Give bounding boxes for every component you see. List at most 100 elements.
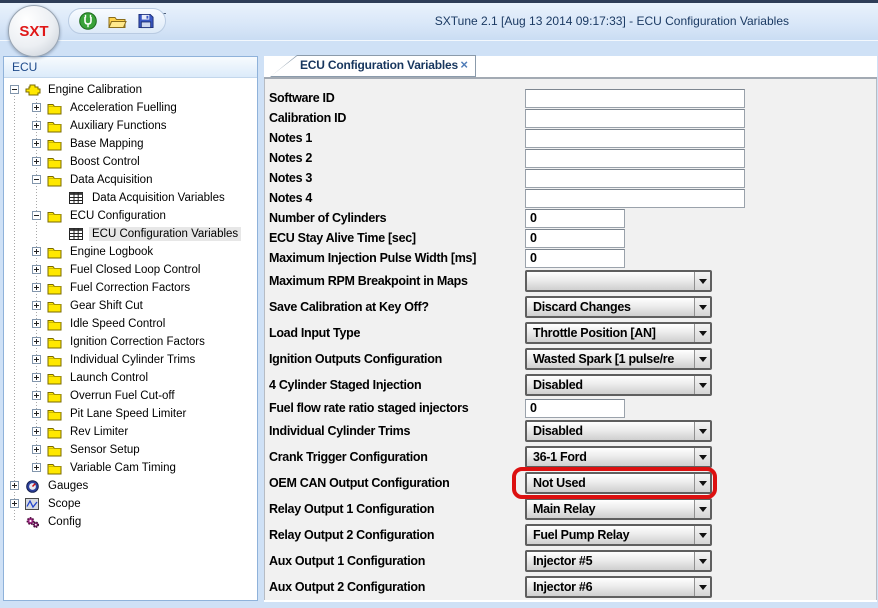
dropdown-arrow-icon[interactable]: [694, 298, 710, 316]
expand-toggle-icon[interactable]: [32, 103, 41, 112]
connect-icon[interactable]: [78, 11, 98, 31]
collapse-toggle-icon[interactable]: [32, 211, 41, 220]
tree-item-variable-cam-timing[interactable]: Variable Cam Timing: [4, 459, 257, 477]
tree-item-config[interactable]: Config: [4, 513, 257, 531]
dropdown-arrow-icon[interactable]: [694, 526, 710, 544]
input-notes-2[interactable]: [525, 149, 745, 168]
gauge-icon: [25, 479, 44, 493]
collapse-toggle-icon[interactable]: [32, 175, 41, 184]
dropdown-arrow-icon[interactable]: [694, 350, 710, 368]
tab-ecu-configuration-variables[interactable]: ECU Configuration Variables ×: [270, 55, 476, 77]
expand-toggle-icon[interactable]: [32, 463, 41, 472]
form-row-load-input-type: Load Input TypeThrottle Position [AN]: [265, 320, 876, 346]
tree-item-idle-speed-control[interactable]: Idle Speed Control: [4, 315, 257, 333]
tree-item-boost-control[interactable]: Boost Control: [4, 153, 257, 171]
form-row-maximum-rpm-breakpoint-in-maps: Maximum RPM Breakpoint in Maps: [265, 268, 876, 294]
dropdown-arrow-icon[interactable]: [694, 272, 710, 290]
dropdown-crank-trigger-configuration[interactable]: 36-1 Ford: [525, 446, 712, 468]
tree-item-data-acquisition[interactable]: Data Acquisition: [4, 171, 257, 189]
dropdown-save-calibration-at-key-off[interactable]: Discard Changes: [525, 296, 712, 318]
dropdown-value: Throttle Position [AN]: [533, 326, 656, 340]
expand-toggle-icon[interactable]: [32, 301, 41, 310]
dropdown-oem-can-output-configuration[interactable]: Not Used: [525, 472, 712, 494]
dropdown-arrow-icon[interactable]: [694, 448, 710, 466]
expand-toggle-icon[interactable]: [32, 337, 41, 346]
tree-item-acceleration-fuelling[interactable]: Acceleration Fuelling: [4, 99, 257, 117]
dropdown-arrow-icon[interactable]: [694, 422, 710, 440]
expand-toggle-icon[interactable]: [10, 499, 19, 508]
expand-toggle-icon[interactable]: [32, 157, 41, 166]
dropdown-arrow-icon[interactable]: [694, 578, 710, 596]
app-logo-button[interactable]: SXT: [8, 5, 60, 57]
save-icon[interactable]: [136, 11, 156, 31]
tree-item-launch-control[interactable]: Launch Control: [4, 369, 257, 387]
dropdown-arrow-icon[interactable]: [694, 324, 710, 342]
scope-icon: [25, 497, 44, 511]
tree-item-label: Ignition Correction Factors: [67, 335, 208, 349]
tree-item-sensor-setup[interactable]: Sensor Setup: [4, 441, 257, 459]
input-ecu-stay-alive-time-sec[interactable]: [525, 229, 625, 248]
dropdown-individual-cylinder-trims[interactable]: Disabled: [525, 420, 712, 442]
tree-item-label: ECU Configuration Variables: [89, 227, 241, 241]
input-notes-3[interactable]: [525, 169, 745, 188]
expand-toggle-icon[interactable]: [32, 355, 41, 364]
input-notes-4[interactable]: [525, 189, 745, 208]
tree-item-ecu-configuration-variables[interactable]: ECU Configuration Variables: [4, 225, 257, 243]
input-number-of-cylinders[interactable]: [525, 209, 625, 228]
expand-toggle-icon[interactable]: [32, 247, 41, 256]
tree-item-engine-logbook[interactable]: Engine Logbook: [4, 243, 257, 261]
dropdown-aux-output-2-configuration[interactable]: Injector #6: [525, 576, 712, 598]
tab-close-icon[interactable]: ×: [460, 57, 468, 72]
expand-toggle-icon[interactable]: [32, 373, 41, 382]
input-notes-1[interactable]: [525, 129, 745, 148]
dropdown-load-input-type[interactable]: Throttle Position [AN]: [525, 322, 712, 344]
expand-toggle-icon[interactable]: [10, 481, 19, 490]
tree-item-label: ECU Configuration: [67, 209, 169, 223]
tree-item-data-acquisition-variables[interactable]: Data Acquisition Variables: [4, 189, 257, 207]
dropdown-aux-output-1-configuration[interactable]: Injector #5: [525, 550, 712, 572]
tree-item-gauges[interactable]: Gauges: [4, 477, 257, 495]
dropdown-arrow-icon[interactable]: [694, 552, 710, 570]
document-area: ECU Configuration Variables × Software I…: [264, 56, 877, 602]
collapse-toggle-icon[interactable]: [10, 85, 19, 94]
dropdown-arrow-icon[interactable]: [694, 474, 710, 492]
expand-toggle-icon[interactable]: [32, 265, 41, 274]
expand-toggle-icon[interactable]: [32, 121, 41, 130]
tree-item-gear-shift-cut[interactable]: Gear Shift Cut: [4, 297, 257, 315]
field-label: ECU Stay Alive Time [sec]: [269, 231, 525, 245]
tree-item-base-mapping[interactable]: Base Mapping: [4, 135, 257, 153]
expand-toggle-icon[interactable]: [32, 139, 41, 148]
tree-item-scope[interactable]: Scope: [4, 495, 257, 513]
expand-toggle-icon[interactable]: [32, 283, 41, 292]
tree-item-label: Variable Cam Timing: [67, 461, 179, 475]
expand-toggle-icon[interactable]: [32, 427, 41, 436]
tree-item-fuel-closed-loop-control[interactable]: Fuel Closed Loop Control: [4, 261, 257, 279]
input-maximum-injection-pulse-width-ms[interactable]: [525, 249, 625, 268]
dropdown-arrow-icon[interactable]: [694, 500, 710, 518]
dropdown-ignition-outputs-configuration[interactable]: Wasted Spark [1 pulse/re: [525, 348, 712, 370]
tree-item-ecu-configuration[interactable]: ECU Configuration: [4, 207, 257, 225]
input-calibration-id[interactable]: [525, 109, 745, 128]
tree-item-overrun-fuel-cut-off[interactable]: Overrun Fuel Cut-off: [4, 387, 257, 405]
tree-item-engine-calibration[interactable]: Engine Calibration: [4, 81, 257, 99]
expand-toggle-icon[interactable]: [32, 445, 41, 454]
tree-item-individual-cylinder-trims[interactable]: Individual Cylinder Trims: [4, 351, 257, 369]
open-file-icon[interactable]: [107, 11, 127, 31]
expand-toggle-icon[interactable]: [32, 319, 41, 328]
tree-item-auxiliary-functions[interactable]: Auxiliary Functions: [4, 117, 257, 135]
dropdown-4-cylinder-staged-injection[interactable]: Disabled: [525, 374, 712, 396]
tree-item-label: Config: [45, 515, 84, 529]
dropdown-arrow-icon[interactable]: [694, 376, 710, 394]
expand-toggle-icon[interactable]: [32, 391, 41, 400]
input-software-id[interactable]: [525, 89, 745, 108]
tree-item-pit-lane-speed-limiter[interactable]: Pit Lane Speed Limiter: [4, 405, 257, 423]
folder-icon: [47, 371, 66, 385]
dropdown-relay-output-2-configuration[interactable]: Fuel Pump Relay: [525, 524, 712, 546]
dropdown-relay-output-1-configuration[interactable]: Main Relay: [525, 498, 712, 520]
tree-item-rev-limiter[interactable]: Rev Limiter: [4, 423, 257, 441]
dropdown-maximum-rpm-breakpoint-in-maps[interactable]: [525, 270, 712, 292]
tree-item-ignition-correction-factors[interactable]: Ignition Correction Factors: [4, 333, 257, 351]
expand-toggle-icon[interactable]: [32, 409, 41, 418]
tree-item-fuel-correction-factors[interactable]: Fuel Correction Factors: [4, 279, 257, 297]
input-fuel-flow-rate-ratio-staged-injectors[interactable]: [525, 399, 625, 418]
